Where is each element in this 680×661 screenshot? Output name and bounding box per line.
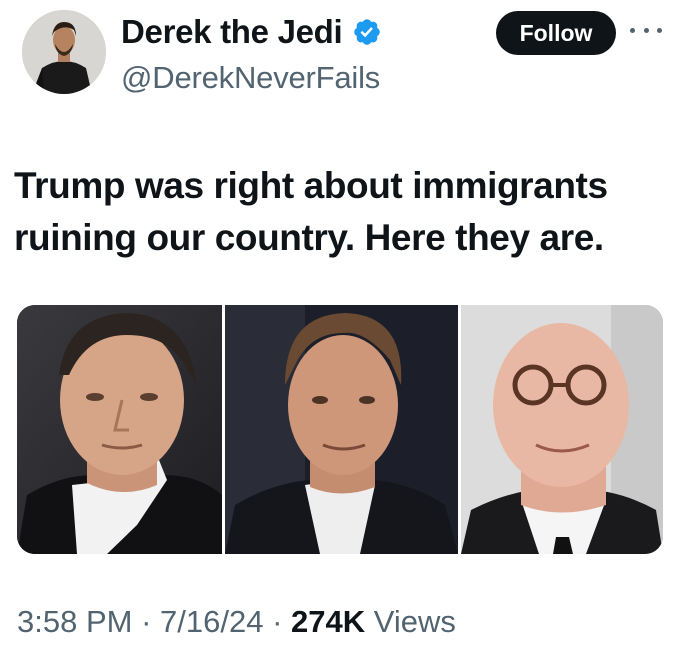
avatar-photo <box>22 10 106 94</box>
more-dot <box>657 27 662 33</box>
more-dot <box>630 27 635 33</box>
tweet-media[interactable] <box>17 305 663 554</box>
views-count[interactable]: 274K <box>291 604 365 639</box>
meta-separator: · <box>272 604 283 639</box>
author-names: Derek the Jedi @DerekNeverFails <box>121 12 382 96</box>
tweet-time[interactable]: 3:58 PM <box>17 604 132 639</box>
meta-separator: · <box>141 604 152 639</box>
media-photo-1[interactable] <box>17 305 222 554</box>
author-handle[interactable]: @DerekNeverFails <box>121 60 382 96</box>
display-name-row: Derek the Jedi <box>121 12 382 52</box>
tweet-header: Derek the Jedi @DerekNeverFails Follow <box>0 0 680 110</box>
display-name[interactable]: Derek the Jedi <box>121 13 343 51</box>
more-dot <box>643 27 649 33</box>
tweet-text: Trump was right about immigrants ruining… <box>14 165 608 258</box>
tweet-timestamp: 3:58 PM · 7/16/24 · 274K Views <box>17 604 456 640</box>
views-label: Views <box>373 604 456 639</box>
media-photo-2[interactable] <box>225 305 458 554</box>
more-options-icon[interactable] <box>630 22 662 38</box>
follow-button[interactable]: Follow <box>496 11 616 55</box>
tweet-date[interactable]: 7/16/24 <box>160 604 263 639</box>
media-photo-3[interactable] <box>461 305 663 554</box>
avatar[interactable] <box>22 10 106 94</box>
verified-badge-icon[interactable] <box>352 17 382 47</box>
